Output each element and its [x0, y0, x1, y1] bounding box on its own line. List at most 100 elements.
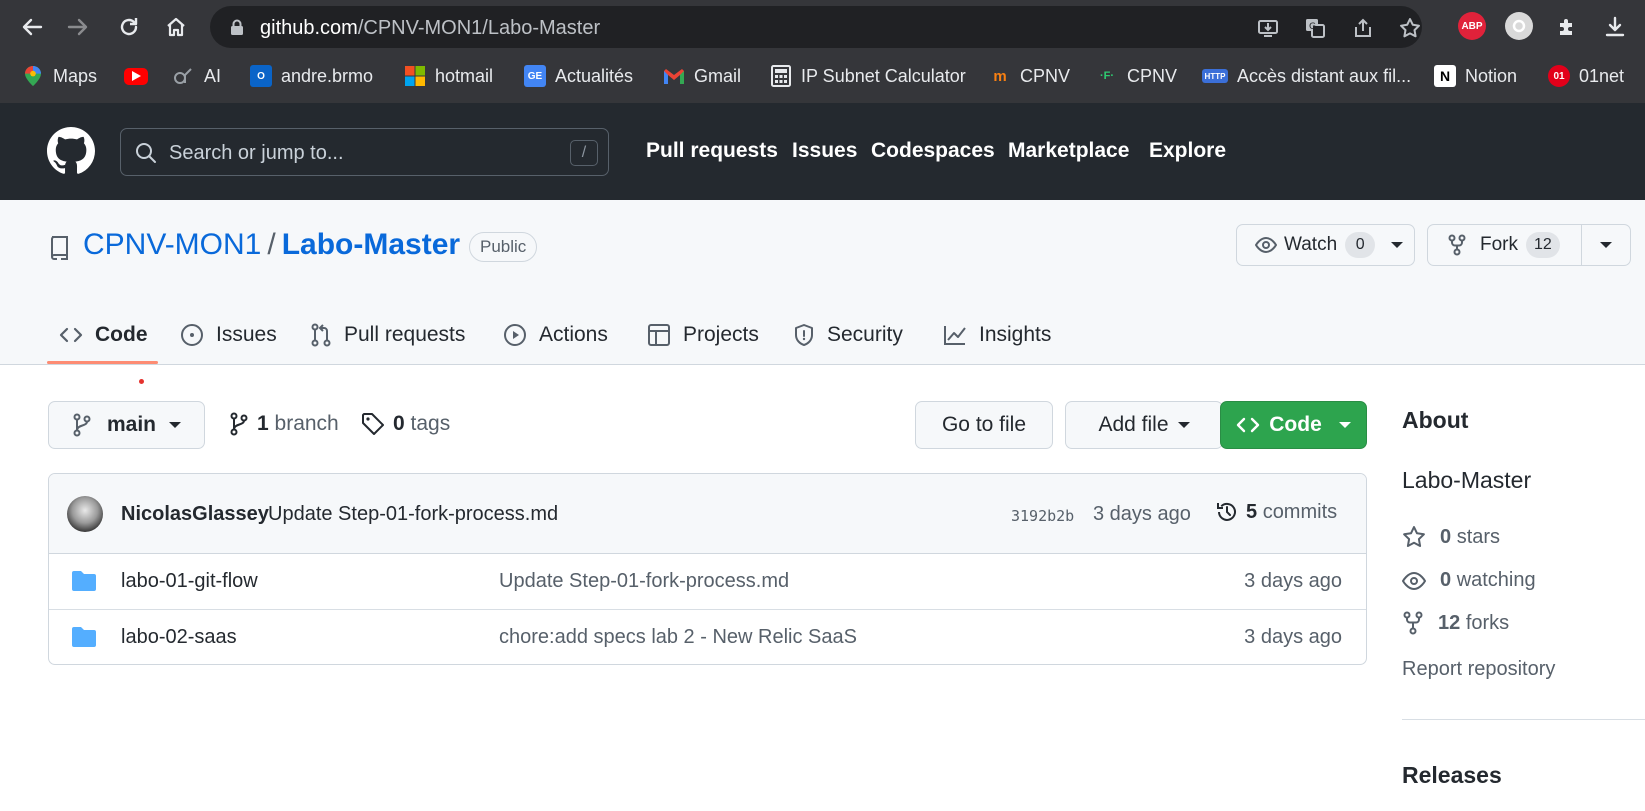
report-repository-link[interactable]: Report repository [1402, 658, 1555, 681]
file-name[interactable]: labo-01-git-flow [121, 570, 258, 593]
fork-dropdown-button[interactable] [1582, 242, 1630, 248]
repo-owner-link[interactable]: CPNV-MON1 [83, 228, 261, 261]
releases-heading[interactable]: Releases [1402, 762, 1502, 789]
table-row[interactable]: labo-01-git-flow Update Step-01-fork-pro… [49, 554, 1366, 609]
install-app-icon[interactable] [1255, 15, 1281, 41]
bookmark-notion[interactable]: N Notion [1434, 64, 1517, 88]
share-icon[interactable] [1350, 15, 1376, 41]
bookmark-hotmail[interactable]: hotmail [404, 64, 493, 88]
branch-name: main [106, 413, 156, 436]
forks-count: 12 [1438, 611, 1461, 634]
bookmark-andre-brmo[interactable]: O andre.brmo [250, 64, 373, 88]
calculator-icon [770, 65, 792, 87]
reload-button[interactable] [111, 9, 147, 45]
tab-pull-requests[interactable]: Pull requests [310, 305, 465, 365]
commit-message[interactable]: Update Step-01-fork-process.md [268, 503, 558, 526]
forward-button[interactable] [60, 9, 96, 45]
about-heading: About [1402, 407, 1469, 433]
latest-commit-bar: NicolasGlassey Update Step-01-fork-proce… [49, 474, 1366, 554]
extensions-button[interactable] [1549, 9, 1585, 45]
watching-word: watching [1456, 569, 1536, 591]
commit-sha[interactable]: 3192b2b [1011, 507, 1074, 525]
code-icon [1237, 417, 1260, 433]
tab-insights[interactable]: Insights [943, 305, 1051, 365]
tags-link[interactable]: 0 tags [361, 412, 450, 436]
file-commit-message[interactable]: Update Step-01-fork-process.md [499, 570, 789, 593]
search-icon [135, 142, 157, 164]
tab-label: Pull requests [344, 323, 466, 346]
reload-icon [120, 18, 138, 36]
bookmark-cpnv[interactable]: ·F· CPNV [1096, 64, 1177, 88]
stars-link[interactable]: 0 stars [1402, 525, 1500, 549]
address-bar[interactable]: github.com/CPNV-MON1/Labo-Master G [210, 6, 1422, 48]
commit-count: 5 [1246, 500, 1258, 523]
watching-count: 0 [1440, 569, 1452, 591]
code-button-label: Code [1269, 413, 1322, 436]
translate-icon[interactable]: G [1302, 15, 1328, 41]
bookmark-actualites[interactable]: GE Actualités [524, 64, 633, 88]
commit-author[interactable]: NicolasGlassey [121, 503, 269, 526]
back-button[interactable] [14, 9, 50, 45]
file-name[interactable]: labo-02-saas [121, 626, 237, 649]
pull-request-icon [311, 323, 331, 347]
bookmark-01net[interactable]: 01 01net [1548, 64, 1624, 88]
divider [1402, 719, 1645, 720]
search-input[interactable]: Search or jump to... / [120, 128, 609, 176]
nav-issues[interactable]: Issues [792, 139, 857, 163]
fork-icon [1448, 234, 1466, 256]
tag-icon [362, 413, 384, 435]
table-row[interactable]: labo-02-saas chore:add specs lab 2 - New… [49, 609, 1366, 664]
bookmark-label: 01net [1579, 65, 1625, 86]
bookmark-ip-subnet-calculator[interactable]: IP Subnet Calculator [770, 64, 966, 88]
bookmark-maps[interactable]: Maps [22, 64, 97, 88]
branches-link[interactable]: 1 branch [229, 412, 339, 436]
abp-icon[interactable]: ABP [1458, 12, 1486, 40]
branch-select-button[interactable]: main [48, 401, 205, 449]
chevron-down-icon [169, 422, 181, 428]
repo-name-link[interactable]: Labo-Master [282, 228, 460, 261]
bookmark-gmail[interactable]: Gmail [663, 64, 741, 88]
tab-label: Projects [683, 323, 759, 346]
chevron-down-icon [1391, 242, 1404, 248]
bookmark-cpnv-moodle[interactable]: m CPNV [989, 64, 1070, 88]
avatar[interactable] [67, 496, 103, 532]
watching-link[interactable]: 0 watching [1402, 569, 1536, 592]
add-file-button[interactable]: Add file [1065, 401, 1223, 449]
tab-security[interactable]: Security [793, 305, 903, 365]
watch-label: Watch [1284, 234, 1338, 255]
arrow-left-icon [22, 18, 43, 36]
visibility-badge: Public [469, 232, 538, 262]
fork-button[interactable]: Fork 12 [1428, 225, 1582, 265]
watch-button[interactable]: Watch 0 [1236, 224, 1415, 266]
circle-extension-icon[interactable] [1505, 12, 1533, 40]
tab-label: Code [95, 323, 148, 346]
play-icon [504, 324, 526, 346]
go-to-file-button[interactable]: Go to file [915, 401, 1053, 449]
tab-projects[interactable]: Projects [647, 305, 759, 365]
file-commit-message[interactable]: chore:add specs lab 2 - New Relic SaaS [499, 626, 857, 649]
nav-codespaces[interactable]: Codespaces [871, 139, 995, 163]
nav-pull-requests[interactable]: Pull requests [646, 139, 778, 163]
downloads-button[interactable] [1597, 9, 1633, 45]
bookmark-acces-distant[interactable]: HTTP Accès distant aux fil... [1202, 64, 1411, 88]
github-logo-icon[interactable] [47, 127, 95, 175]
branch-word: branch [274, 412, 339, 435]
forks-link[interactable]: 12 forks [1402, 611, 1509, 635]
active-tab-indicator [47, 361, 158, 364]
bookmark-youtube[interactable] [124, 64, 148, 88]
arrow-right-icon [67, 18, 88, 36]
graph-icon [944, 326, 966, 345]
tab-issues[interactable]: Issues [180, 305, 277, 365]
nav-explore[interactable]: Explore [1149, 139, 1226, 163]
home-button[interactable] [158, 9, 194, 45]
chevron-down-icon [1600, 242, 1612, 248]
commits-link[interactable]: 5 commits [1215, 500, 1337, 524]
bookmark-ai[interactable]: AI [173, 64, 221, 88]
code-button[interactable]: Code [1220, 401, 1367, 449]
star-icon [1403, 526, 1425, 547]
tab-label: Issues [216, 323, 277, 346]
star-bookmark-icon[interactable] [1397, 15, 1423, 41]
nav-marketplace[interactable]: Marketplace [1008, 139, 1129, 163]
tab-actions[interactable]: Actions [503, 305, 608, 365]
tab-code[interactable]: Code [59, 305, 148, 365]
